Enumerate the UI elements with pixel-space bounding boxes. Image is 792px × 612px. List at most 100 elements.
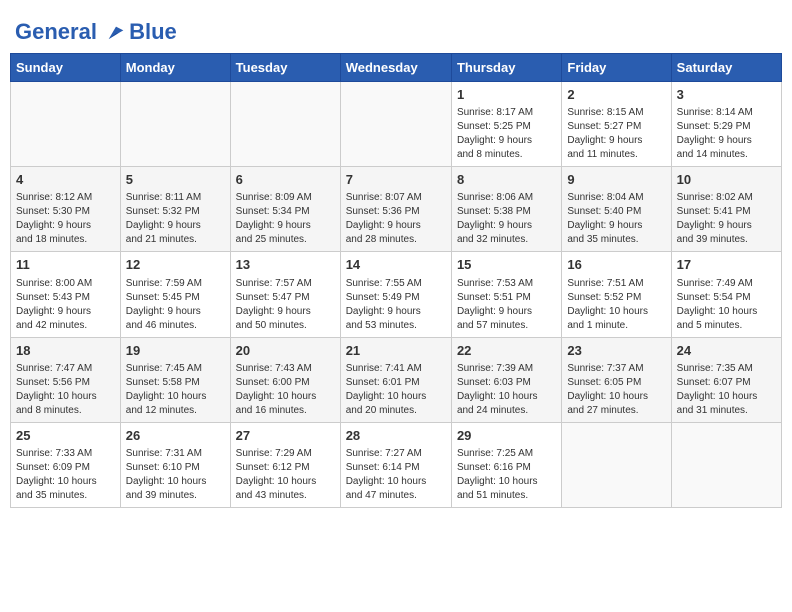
calendar-cell: 18 Sunrise: 7:47 AM Sunset: 5:56 PM Dayli…: [11, 337, 121, 422]
day-info: Sunrise: 8:11 AM Sunset: 5:32 PM Dayligh…: [126, 191, 225, 247]
day-info: Sunrise: 7:47 AM Sunset: 5:56 PM Dayligh…: [16, 362, 115, 418]
day-number: 26: [126, 427, 225, 445]
day-number: 14: [346, 256, 446, 274]
calendar-cell: 19 Sunrise: 7:45 AM Sunset: 5:58 PM Dayli…: [120, 337, 230, 422]
day-number: 13: [236, 256, 335, 274]
calendar-cell: 28 Sunrise: 7:27 AM Sunset: 6:14 PM Dayli…: [340, 422, 451, 507]
logo: General Blue: [15, 19, 177, 45]
day-number: 6: [236, 171, 335, 189]
day-info: Sunrise: 7:25 AM Sunset: 6:16 PM Dayligh…: [457, 447, 556, 503]
day-number: 20: [236, 342, 335, 360]
calendar-cell: [562, 422, 671, 507]
day-number: 9: [567, 171, 665, 189]
day-number: 12: [126, 256, 225, 274]
logo-general: General: [15, 19, 97, 44]
calendar-cell: [120, 82, 230, 167]
day-number: 29: [457, 427, 556, 445]
calendar-cell: 9 Sunrise: 8:04 AM Sunset: 5:40 PM Daylig…: [562, 167, 671, 252]
calendar-cell: 20 Sunrise: 7:43 AM Sunset: 6:00 PM Dayli…: [230, 337, 340, 422]
day-number: 18: [16, 342, 115, 360]
calendar-cell: [671, 422, 781, 507]
day-number: 3: [677, 86, 776, 104]
calendar-cell: 7 Sunrise: 8:07 AM Sunset: 5:36 PM Daylig…: [340, 167, 451, 252]
calendar-cell: 13 Sunrise: 7:57 AM Sunset: 5:47 PM Dayli…: [230, 252, 340, 337]
day-info: Sunrise: 7:27 AM Sunset: 6:14 PM Dayligh…: [346, 447, 446, 503]
day-number: 23: [567, 342, 665, 360]
day-number: 8: [457, 171, 556, 189]
day-info: Sunrise: 8:02 AM Sunset: 5:41 PM Dayligh…: [677, 191, 776, 247]
day-info: Sunrise: 7:45 AM Sunset: 5:58 PM Dayligh…: [126, 362, 225, 418]
day-info: Sunrise: 7:35 AM Sunset: 6:07 PM Dayligh…: [677, 362, 776, 418]
day-info: Sunrise: 7:53 AM Sunset: 5:51 PM Dayligh…: [457, 277, 556, 333]
day-number: 16: [567, 256, 665, 274]
calendar-cell: [340, 82, 451, 167]
calendar-cell: 6Sunrise: 8:09 AM Sunset: 5:34 PM Daylig…: [230, 167, 340, 252]
col-header-saturday: Saturday: [671, 54, 781, 82]
calendar-cell: 11 Sunrise: 8:00 AM Sunset: 5:43 PM Dayli…: [11, 252, 121, 337]
calendar-week-row: 4 Sunrise: 8:12 AM Sunset: 5:30 PM Daylig…: [11, 167, 782, 252]
calendar-cell: [230, 82, 340, 167]
day-info: Sunrise: 8:00 AM Sunset: 5:43 PM Dayligh…: [16, 277, 115, 333]
day-number: 1: [457, 86, 556, 104]
day-info: Sunrise: 7:57 AM Sunset: 5:47 PM Dayligh…: [236, 277, 335, 333]
day-info: Sunrise: 8:15 AM Sunset: 5:27 PM Dayligh…: [567, 106, 665, 162]
day-number: 25: [16, 427, 115, 445]
day-number: 15: [457, 256, 556, 274]
calendar-cell: 29 Sunrise: 7:25 AM Sunset: 6:16 PM Dayli…: [451, 422, 561, 507]
calendar-cell: 14 Sunrise: 7:55 AM Sunset: 5:49 PM Dayli…: [340, 252, 451, 337]
day-info: Sunrise: 7:33 AM Sunset: 6:09 PM Dayligh…: [16, 447, 115, 503]
col-header-tuesday: Tuesday: [230, 54, 340, 82]
day-info: Sunrise: 7:59 AM Sunset: 5:45 PM Dayligh…: [126, 277, 225, 333]
calendar-cell: 2 Sunrise: 8:15 AM Sunset: 5:27 PM Daylig…: [562, 82, 671, 167]
day-info: Sunrise: 7:37 AM Sunset: 6:05 PM Dayligh…: [567, 362, 665, 418]
day-number: 4: [16, 171, 115, 189]
calendar-cell: 8 Sunrise: 8:06 AM Sunset: 5:38 PM Daylig…: [451, 167, 561, 252]
day-number: 5: [126, 171, 225, 189]
calendar-week-row: 11 Sunrise: 8:00 AM Sunset: 5:43 PM Dayli…: [11, 252, 782, 337]
day-info: Sunrise: 8:14 AM Sunset: 5:29 PM Dayligh…: [677, 106, 776, 162]
day-number: 10: [677, 171, 776, 189]
calendar-week-row: 1Sunrise: 8:17 AM Sunset: 5:25 PM Daylig…: [11, 82, 782, 167]
calendar-cell: 5 Sunrise: 8:11 AM Sunset: 5:32 PM Daylig…: [120, 167, 230, 252]
day-number: 28: [346, 427, 446, 445]
calendar-cell: 22 Sunrise: 7:39 AM Sunset: 6:03 PM Dayli…: [451, 337, 561, 422]
col-header-sunday: Sunday: [11, 54, 121, 82]
day-info: Sunrise: 8:12 AM Sunset: 5:30 PM Dayligh…: [16, 191, 115, 247]
day-number: 11: [16, 256, 115, 274]
col-header-wednesday: Wednesday: [340, 54, 451, 82]
calendar-cell: 26 Sunrise: 7:31 AM Sunset: 6:10 PM Dayli…: [120, 422, 230, 507]
day-info: Sunrise: 7:29 AM Sunset: 6:12 PM Dayligh…: [236, 447, 335, 503]
day-info: Sunrise: 7:55 AM Sunset: 5:49 PM Dayligh…: [346, 277, 446, 333]
day-info: Sunrise: 7:51 AM Sunset: 5:52 PM Dayligh…: [567, 277, 665, 333]
day-info: Sunrise: 7:31 AM Sunset: 6:10 PM Dayligh…: [126, 447, 225, 503]
day-info: Sunrise: 7:39 AM Sunset: 6:03 PM Dayligh…: [457, 362, 556, 418]
day-info: Sunrise: 8:04 AM Sunset: 5:40 PM Dayligh…: [567, 191, 665, 247]
logo-bird-icon: [105, 23, 127, 45]
calendar-cell: 10 Sunrise: 8:02 AM Sunset: 5:41 PM Dayli…: [671, 167, 781, 252]
col-header-friday: Friday: [562, 54, 671, 82]
calendar-header-row: SundayMondayTuesdayWednesdayThursdayFrid…: [11, 54, 782, 82]
calendar-cell: 1Sunrise: 8:17 AM Sunset: 5:25 PM Daylig…: [451, 82, 561, 167]
day-number: 7: [346, 171, 446, 189]
day-info: Sunrise: 8:07 AM Sunset: 5:36 PM Dayligh…: [346, 191, 446, 247]
day-number: 19: [126, 342, 225, 360]
calendar-cell: 27 Sunrise: 7:29 AM Sunset: 6:12 PM Dayli…: [230, 422, 340, 507]
day-info: Sunrise: 7:43 AM Sunset: 6:00 PM Dayligh…: [236, 362, 335, 418]
calendar-cell: 21Sunrise: 7:41 AM Sunset: 6:01 PM Dayli…: [340, 337, 451, 422]
day-number: 24: [677, 342, 776, 360]
calendar-cell: 17 Sunrise: 7:49 AM Sunset: 5:54 PM Dayli…: [671, 252, 781, 337]
col-header-monday: Monday: [120, 54, 230, 82]
calendar-cell: 3 Sunrise: 8:14 AM Sunset: 5:29 PM Daylig…: [671, 82, 781, 167]
calendar-week-row: 25 Sunrise: 7:33 AM Sunset: 6:09 PM Dayli…: [11, 422, 782, 507]
calendar-cell: 16 Sunrise: 7:51 AM Sunset: 5:52 PM Dayli…: [562, 252, 671, 337]
calendar-cell: 12 Sunrise: 7:59 AM Sunset: 5:45 PM Dayli…: [120, 252, 230, 337]
calendar-cell: 4 Sunrise: 8:12 AM Sunset: 5:30 PM Daylig…: [11, 167, 121, 252]
calendar-cell: 15 Sunrise: 7:53 AM Sunset: 5:51 PM Dayli…: [451, 252, 561, 337]
day-number: 2: [567, 86, 665, 104]
day-number: 17: [677, 256, 776, 274]
day-number: 27: [236, 427, 335, 445]
day-info: Sunrise: 7:49 AM Sunset: 5:54 PM Dayligh…: [677, 277, 776, 333]
day-info: Sunrise: 8:06 AM Sunset: 5:38 PM Dayligh…: [457, 191, 556, 247]
day-number: 22: [457, 342, 556, 360]
calendar-week-row: 18 Sunrise: 7:47 AM Sunset: 5:56 PM Dayli…: [11, 337, 782, 422]
